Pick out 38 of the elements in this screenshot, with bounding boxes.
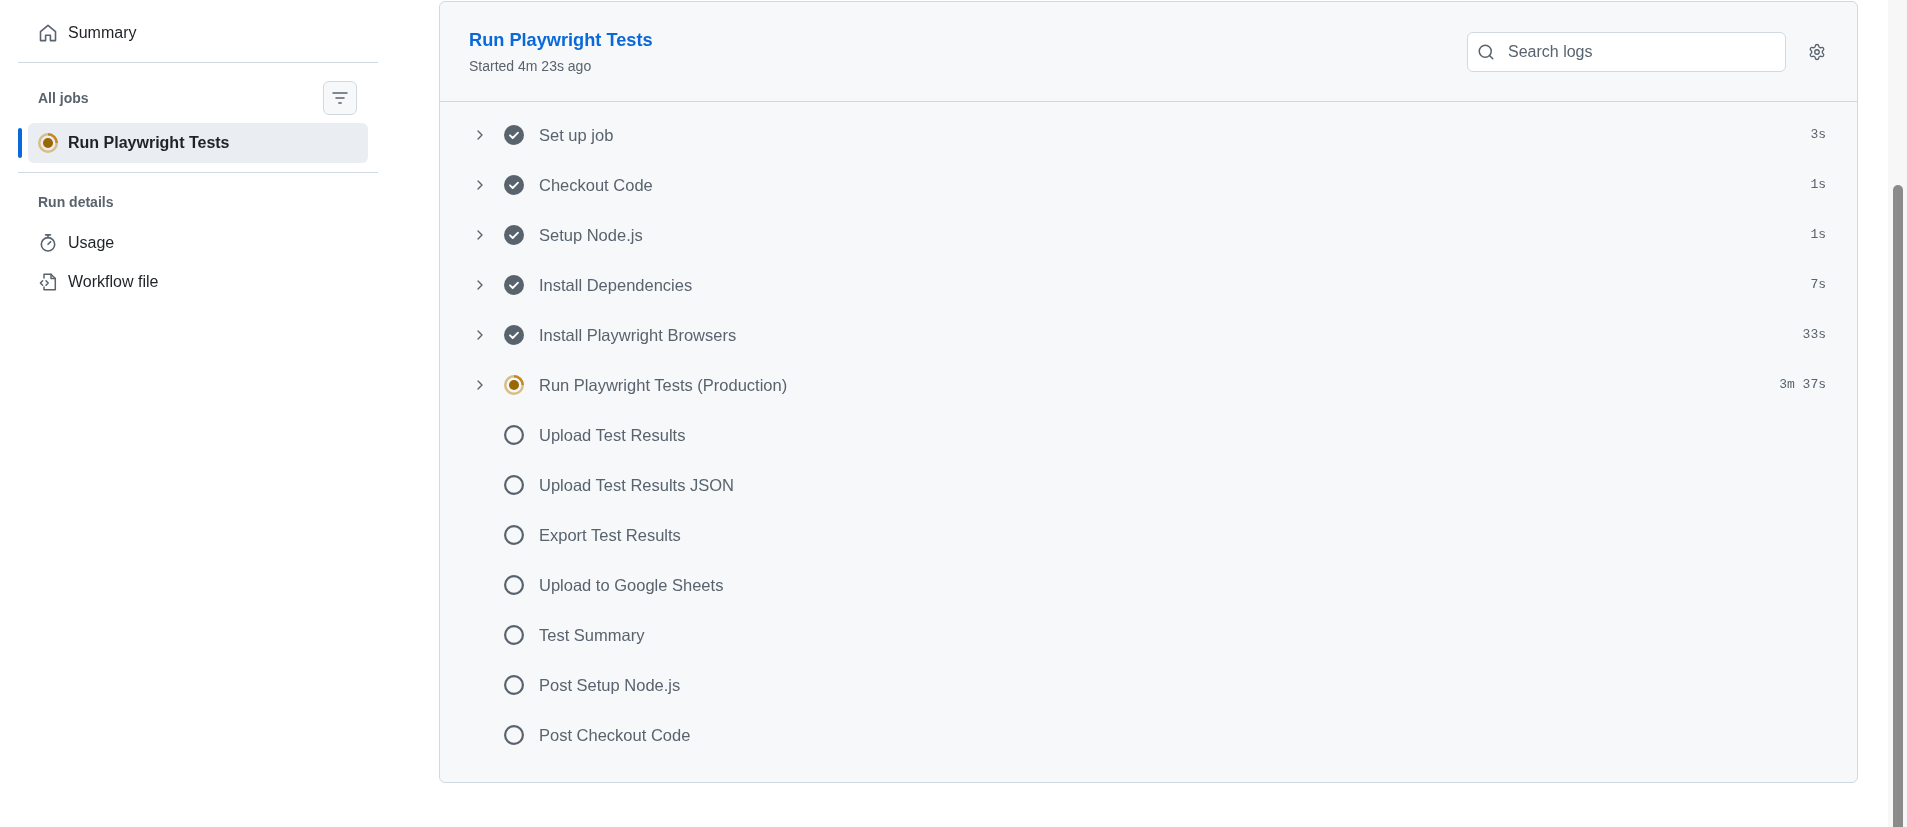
step-name: Test Summary (539, 625, 645, 646)
step-name: Install Playwright Browsers (539, 325, 737, 346)
scrollbar-thumb[interactable] (1893, 185, 1903, 827)
home-icon (39, 24, 57, 42)
step-duration: 7s (1810, 276, 1826, 294)
search-field[interactable]: Search logs (1467, 31, 1786, 72)
stopwatch-icon (39, 234, 57, 252)
step-duration: 33s (1802, 326, 1826, 344)
step-name: Post Setup Node.js (539, 675, 681, 696)
job-item[interactable]: Run Playwright Tests (28, 123, 368, 163)
summary-link[interactable]: Summary (28, 16, 368, 50)
active-indicator (18, 128, 22, 158)
section-heading: Run details (38, 193, 114, 212)
step-name: Set up job (539, 125, 614, 146)
filter-button[interactable] (323, 81, 357, 115)
step-name: Upload Test Results JSON (539, 475, 735, 496)
file-code-icon (39, 273, 57, 291)
step-duration: 1s (1810, 226, 1826, 244)
started-time: Started 4m 23s ago (469, 56, 592, 76)
step-name: Post Checkout Code (539, 725, 691, 746)
step-name: Checkout Code (539, 175, 653, 196)
usage-link[interactable]: Usage (28, 226, 368, 260)
workflow-file-link[interactable]: Workflow file (28, 265, 368, 299)
settings-button[interactable] (1808, 42, 1826, 61)
step-name: Upload to Google Sheets (539, 575, 724, 596)
filter-icon (332, 92, 348, 104)
step-name: Run Playwright Tests (Production) (539, 375, 788, 396)
step-name: Setup Node.js (539, 225, 643, 246)
job-title[interactable]: Run Playwright Tests (469, 27, 653, 52)
settings-icon (1808, 42, 1826, 61)
step-duration: 3m 37s (1779, 376, 1826, 394)
step-name: Export Test Results (539, 525, 681, 546)
step-duration: 1s (1810, 176, 1826, 194)
section-heading: All jobs (38, 89, 89, 108)
search-icon (1477, 42, 1495, 61)
step-duration: 3s (1810, 126, 1826, 144)
step-name: Upload Test Results (539, 425, 686, 446)
step-name: Install Dependencies (539, 275, 693, 296)
